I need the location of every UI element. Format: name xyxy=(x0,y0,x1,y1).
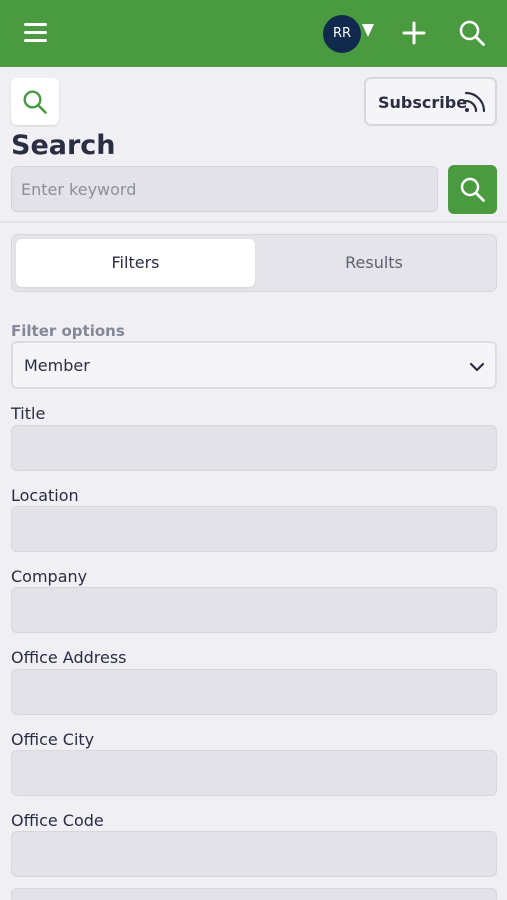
location-label: Location xyxy=(11,486,79,505)
page-title: Search xyxy=(11,130,116,161)
office-code-field[interactable] xyxy=(11,831,497,877)
plus-icon[interactable] xyxy=(402,21,426,45)
next-field-partial[interactable] xyxy=(11,888,497,900)
subscribe-label: Subscribe xyxy=(378,93,468,112)
chevron-down-icon xyxy=(469,358,485,377)
title-field[interactable] xyxy=(11,425,497,471)
company-field[interactable] xyxy=(11,587,497,633)
selected-filter-option: Member xyxy=(24,356,90,375)
avatar[interactable]: RR xyxy=(323,15,361,53)
tab-filters[interactable]: Filters xyxy=(16,239,255,287)
title-label: Title xyxy=(11,404,46,423)
rss-icon xyxy=(463,90,487,118)
location-field[interactable] xyxy=(11,506,497,552)
office-address-field[interactable] xyxy=(11,669,497,715)
filter-options-select[interactable]: Member xyxy=(11,341,497,389)
office-city-label: Office City xyxy=(11,730,95,749)
caret-down-icon[interactable] xyxy=(362,24,374,37)
office-address-label: Office Address xyxy=(11,648,127,667)
subscribe-button[interactable]: Subscribe xyxy=(364,77,497,126)
office-code-label: Office Code xyxy=(11,811,104,830)
search-page-icon xyxy=(11,78,59,125)
filter-options-label: Filter options xyxy=(11,322,125,340)
divider xyxy=(0,221,507,223)
search-icon[interactable] xyxy=(458,19,486,47)
top-app-bar: RR xyxy=(0,0,507,67)
tab-results[interactable]: Results xyxy=(255,239,493,287)
office-city-field[interactable] xyxy=(11,750,497,796)
search-submit-button[interactable] xyxy=(448,165,497,214)
search-input[interactable] xyxy=(11,166,438,212)
company-label: Company xyxy=(11,567,88,586)
tab-bar: Filters Results xyxy=(11,234,497,292)
hamburger-menu-icon[interactable] xyxy=(24,23,47,43)
